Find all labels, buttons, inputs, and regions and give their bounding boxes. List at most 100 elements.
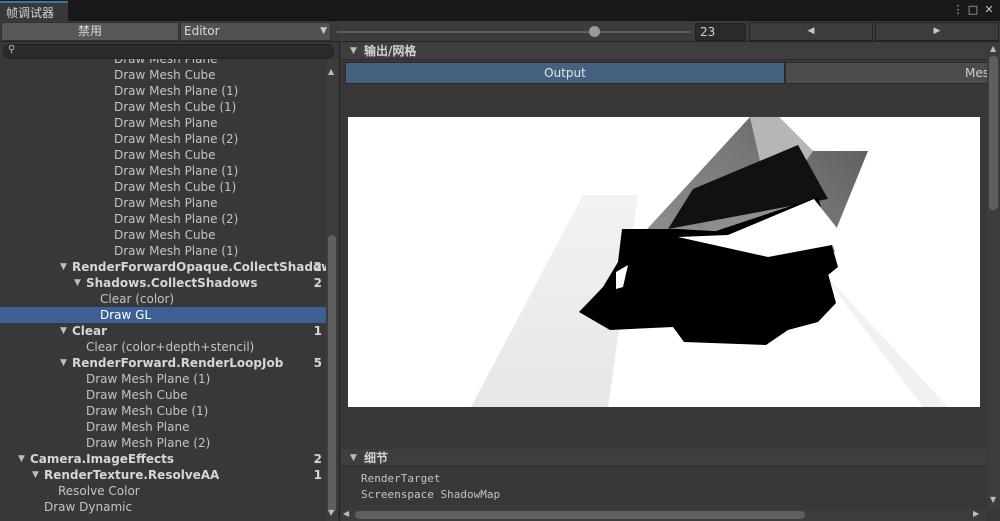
detail-render-target-value: Screenspace ShadowMap bbox=[361, 488, 501, 501]
prev-frame-button[interactable]: ◀ bbox=[749, 22, 873, 41]
tree-scrollbar-thumb[interactable] bbox=[328, 235, 336, 513]
tree-row-label: RenderForwardOpaque.CollectShadows bbox=[72, 260, 326, 274]
scroll-down-icon[interactable]: ▼ bbox=[328, 508, 334, 517]
tree-row[interactable]: Draw Mesh Plane (2) bbox=[0, 131, 326, 147]
tree-row-label: Draw Mesh Cube bbox=[114, 68, 216, 82]
expand-triangle-icon[interactable]: ▼ bbox=[18, 451, 25, 467]
tree-row-label: Camera.ImageEffects bbox=[30, 452, 174, 466]
tree-row-label: Draw Mesh Plane (2) bbox=[114, 212, 239, 226]
tree-row-label: Draw Mesh Plane (1) bbox=[114, 84, 239, 98]
tree-row-label: Draw Dynamic bbox=[44, 500, 133, 514]
expand-triangle-icon[interactable]: ▼ bbox=[60, 355, 67, 371]
search-input[interactable]: ⚲ bbox=[3, 44, 334, 59]
tree-row[interactable]: Draw Mesh Plane (1) bbox=[0, 83, 326, 99]
tree-row[interactable]: Draw Mesh Cube (1) bbox=[0, 99, 326, 115]
render-output-preview bbox=[348, 117, 980, 407]
tree-row[interactable]: Draw Mesh Plane bbox=[0, 195, 326, 211]
tree-scrollbar[interactable]: ▲ ▼ bbox=[326, 59, 338, 521]
tree-row[interactable]: Draw Mesh Plane bbox=[0, 115, 326, 131]
tree-row[interactable]: Draw Mesh Plane bbox=[0, 59, 326, 67]
tree-row-label: Draw Mesh Cube bbox=[114, 228, 216, 242]
detail-render-target: RenderTarget bbox=[361, 472, 441, 485]
expand-triangle-icon[interactable]: ▼ bbox=[32, 467, 39, 483]
disable-button[interactable]: 禁用 bbox=[1, 22, 179, 41]
tree-row-label: RenderForward.RenderLoopJob bbox=[72, 356, 284, 370]
tree-row[interactable]: Draw Mesh Cube bbox=[0, 227, 326, 243]
tree-row-label: Resolve Color bbox=[58, 484, 140, 498]
scroll-up-icon[interactable]: ▲ bbox=[990, 44, 996, 53]
tree-row-label: Draw Mesh Cube (1) bbox=[86, 404, 209, 418]
toolbar: 禁用 Editor ▼ 23 ◀ ▶ bbox=[0, 21, 1000, 42]
shadow-map-image bbox=[348, 117, 980, 407]
tree-row[interactable]: Draw Mesh Plane (1) bbox=[0, 243, 326, 259]
tab-output[interactable]: Output bbox=[345, 62, 785, 84]
tree-row-count: 2 bbox=[313, 452, 322, 466]
title-bar: 帧调试器 ⋮ □ ✕ bbox=[0, 0, 1000, 21]
details-hscrollbar-thumb[interactable] bbox=[355, 511, 805, 519]
scroll-down-icon[interactable]: ▼ bbox=[990, 495, 996, 504]
tree-row[interactable]: Draw GL bbox=[0, 307, 326, 323]
details-hscrollbar[interactable]: ◀ ▶ bbox=[341, 509, 986, 521]
tree-row[interactable]: Draw Mesh Plane bbox=[0, 419, 326, 435]
tree-row[interactable]: ▼ Camera.ImageEffects 2 bbox=[0, 451, 326, 467]
output-tabs: Output Mesh bbox=[345, 62, 990, 84]
tree-row[interactable]: Clear (color+depth+stencil) bbox=[0, 339, 326, 355]
expand-triangle-icon[interactable]: ▼ bbox=[74, 275, 81, 291]
output-section-header[interactable]: ▼ 输出/网格 bbox=[341, 42, 986, 60]
details-scrollbar[interactable]: ▲ ▼ bbox=[987, 42, 1000, 509]
tab-frame-debugger[interactable]: 帧调试器 bbox=[0, 1, 68, 21]
more-menu-icon[interactable]: ⋮ bbox=[951, 2, 965, 18]
event-tree: Draw Mesh Plane Draw Mesh Cube Draw Mesh P… bbox=[0, 59, 326, 521]
tree-row-label: Draw Mesh Cube (1) bbox=[114, 180, 237, 194]
tree-row-count: 1 bbox=[313, 468, 322, 482]
tree-row[interactable]: Draw Mesh Cube (1) bbox=[0, 179, 326, 195]
tree-row[interactable]: Draw Mesh Plane (2) bbox=[0, 435, 326, 451]
tree-row-label: Clear (color+depth+stencil) bbox=[86, 340, 255, 354]
next-frame-button[interactable]: ▶ bbox=[875, 22, 999, 41]
tree-row[interactable]: Draw Mesh Cube bbox=[0, 387, 326, 403]
tab-mesh[interactable]: Mesh bbox=[785, 62, 990, 84]
collapse-triangle-icon: ▼ bbox=[350, 453, 357, 463]
output-section-title: 输出/网格 bbox=[364, 44, 417, 58]
tree-row[interactable]: Draw Mesh Cube (1) bbox=[0, 403, 326, 419]
tree-row-count: 2 bbox=[313, 276, 322, 290]
tree-row[interactable]: ▼ RenderTexture.ResolveAA 1 bbox=[0, 467, 326, 483]
expand-triangle-icon[interactable]: ▼ bbox=[60, 323, 67, 339]
maximize-icon[interactable]: □ bbox=[966, 2, 980, 18]
details-panel: ▼ 输出/网格 Output Mesh bbox=[341, 42, 1000, 521]
tree-row-count: 1 bbox=[313, 324, 322, 338]
scroll-up-icon[interactable]: ▲ bbox=[328, 67, 334, 76]
details-section-title: 细节 bbox=[364, 451, 389, 465]
tree-row-label: Draw Mesh Cube bbox=[114, 148, 216, 162]
tree-row[interactable]: Draw Mesh Plane (1) bbox=[0, 371, 326, 387]
close-icon[interactable]: ✕ bbox=[982, 2, 996, 18]
details-section-header[interactable]: ▼ 细节 bbox=[341, 449, 986, 467]
tree-row[interactable]: Draw Mesh Plane (1) bbox=[0, 163, 326, 179]
tree-row[interactable]: Draw Mesh Cube bbox=[0, 147, 326, 163]
frame-slider-track[interactable] bbox=[337, 31, 691, 33]
scroll-right-icon[interactable]: ▶ bbox=[973, 509, 979, 518]
frame-number-input[interactable]: 23 bbox=[695, 23, 746, 41]
frame-slider-thumb[interactable] bbox=[589, 26, 600, 37]
scroll-left-icon[interactable]: ◀ bbox=[343, 509, 349, 518]
tree-row[interactable]: Clear (color) bbox=[0, 291, 326, 307]
tree-row-label: Shadows.CollectShadows bbox=[86, 276, 258, 290]
expand-triangle-icon[interactable]: ▼ bbox=[60, 259, 67, 275]
tree-row-label: Draw Mesh Plane (1) bbox=[114, 244, 239, 258]
tree-row[interactable]: ▼ RenderForward.RenderLoopJob 5 bbox=[0, 355, 326, 371]
event-tree-panel: ⚲ Draw Mesh Plane Draw Mesh Cube Draw Mesh… bbox=[0, 42, 340, 521]
tree-row[interactable]: ▼ RenderForwardOpaque.CollectShadows 2 bbox=[0, 259, 326, 275]
details-scrollbar-thumb[interactable] bbox=[989, 56, 998, 210]
tree-row[interactable]: Resolve Color bbox=[0, 483, 326, 499]
target-dropdown[interactable]: Editor ▼ bbox=[180, 22, 331, 41]
tree-row-label: RenderTexture.ResolveAA bbox=[44, 468, 220, 482]
tree-row[interactable]: Draw Dynamic bbox=[0, 499, 326, 515]
tree-row-label: Draw Mesh Cube (1) bbox=[114, 100, 237, 114]
search-icon: ⚲ bbox=[8, 44, 16, 55]
tree-row-label: Clear bbox=[72, 324, 108, 338]
tree-row[interactable]: ▼ Clear 1 bbox=[0, 323, 326, 339]
tree-row[interactable]: ▼ Shadows.CollectShadows 2 bbox=[0, 275, 326, 291]
tree-row[interactable]: Draw Mesh Plane (2) bbox=[0, 211, 326, 227]
tree-row[interactable]: Draw Mesh Cube bbox=[0, 67, 326, 83]
tree-row-label: Draw Mesh Plane (2) bbox=[86, 436, 211, 450]
